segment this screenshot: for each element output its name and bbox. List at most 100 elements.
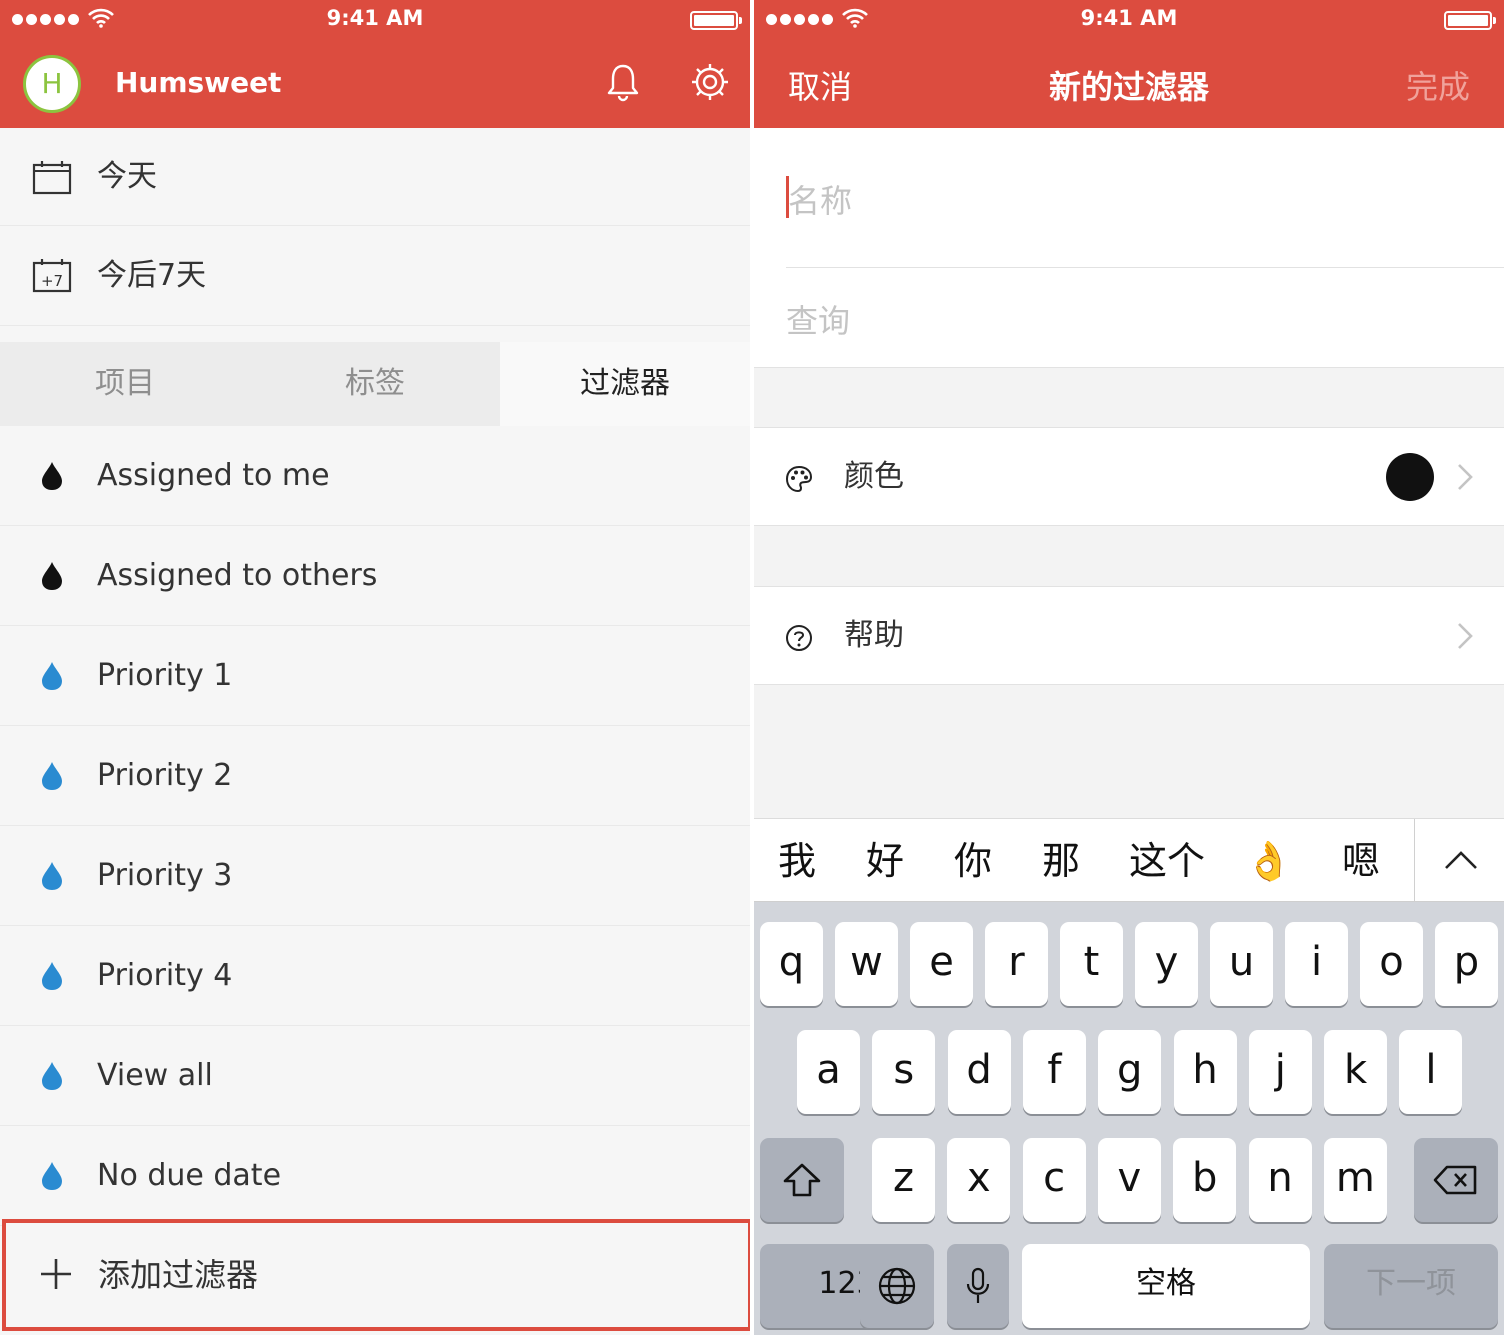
calendar-icon bbox=[32, 161, 72, 195]
chevron-right-icon bbox=[1458, 623, 1473, 649]
letter-key[interactable]: e bbox=[910, 922, 973, 1006]
letter-key[interactable]: g bbox=[1098, 1030, 1162, 1114]
candidate-word[interactable]: 嗯 bbox=[1336, 819, 1386, 903]
letter-key[interactable]: j bbox=[1248, 1030, 1312, 1114]
filter-item-label: No due date bbox=[97, 1158, 282, 1193]
letter-key[interactable]: t bbox=[1060, 922, 1123, 1006]
shift-icon bbox=[783, 1163, 821, 1197]
letter-key[interactable]: i bbox=[1285, 922, 1348, 1006]
letter-key[interactable]: y bbox=[1135, 922, 1198, 1006]
space-key[interactable]: 空格 bbox=[1022, 1244, 1310, 1328]
status-bar: 9:41 AM bbox=[0, 0, 750, 40]
candidate-word[interactable]: 那 bbox=[1036, 819, 1086, 903]
add-filter-button[interactable]: 添加过滤器 bbox=[2, 1219, 750, 1331]
letter-key[interactable]: m bbox=[1323, 1138, 1387, 1222]
drop-icon bbox=[42, 1162, 62, 1190]
filter-item[interactable]: Priority 2 bbox=[0, 726, 750, 826]
nav-item-next-7-days[interactable]: +7 今后7天 bbox=[0, 226, 750, 326]
letter-key[interactable]: u bbox=[1210, 922, 1273, 1006]
letter-key[interactable]: p bbox=[1435, 922, 1498, 1006]
candidate-word[interactable]: 我 bbox=[772, 819, 822, 903]
filter-item[interactable]: View all bbox=[0, 1026, 750, 1126]
letter-key[interactable]: r bbox=[985, 922, 1048, 1006]
battery-icon bbox=[1444, 11, 1496, 30]
drop-icon bbox=[42, 662, 62, 690]
tab-projects[interactable]: 项目 bbox=[0, 342, 250, 426]
color-row[interactable]: 颜色 bbox=[754, 427, 1504, 526]
filter-item[interactable]: Assigned to me bbox=[0, 426, 750, 526]
candidate-emoji[interactable]: 👌 bbox=[1244, 819, 1294, 903]
calendar-plus7-icon: +7 bbox=[32, 259, 72, 293]
filters-screen: 9:41 AM H Humsweet 今天 +7 今后7天 项目 标签 过滤器 … bbox=[0, 0, 750, 1335]
microphone-key[interactable] bbox=[947, 1244, 1009, 1328]
drop-icon bbox=[42, 562, 62, 590]
done-button[interactable]: 完成 bbox=[1406, 62, 1470, 108]
letter-key[interactable]: z bbox=[872, 1138, 935, 1222]
calendar-badge: +7 bbox=[41, 272, 63, 290]
drop-icon bbox=[42, 462, 62, 490]
letter-key[interactable]: f bbox=[1022, 1030, 1086, 1114]
letter-key[interactable]: d bbox=[947, 1030, 1011, 1114]
drop-icon bbox=[42, 762, 62, 790]
status-time: 9:41 AM bbox=[326, 6, 424, 30]
filter-item-label: Priority 4 bbox=[97, 958, 233, 993]
color-label: 颜色 bbox=[844, 459, 904, 494]
letter-key[interactable]: l bbox=[1399, 1030, 1463, 1114]
filter-item[interactable]: Priority 4 bbox=[0, 926, 750, 1026]
letter-key[interactable]: h bbox=[1173, 1030, 1237, 1114]
battery-icon bbox=[690, 11, 742, 30]
shift-key[interactable] bbox=[760, 1138, 844, 1222]
chevron-up-icon[interactable] bbox=[1444, 849, 1478, 871]
help-label: 帮助 bbox=[844, 618, 904, 653]
name-placeholder: 名称 bbox=[788, 182, 853, 220]
candidate-word[interactable]: 这个 bbox=[1122, 819, 1212, 903]
letter-key[interactable]: x bbox=[947, 1138, 1011, 1222]
letter-key[interactable]: k bbox=[1324, 1030, 1388, 1114]
letter-key[interactable]: w bbox=[835, 922, 898, 1006]
filter-form: 名称 查询 bbox=[754, 128, 1504, 368]
letter-key[interactable]: q bbox=[760, 922, 823, 1006]
backspace-key[interactable] bbox=[1414, 1138, 1498, 1222]
username[interactable]: Humsweet bbox=[115, 66, 281, 99]
filter-item[interactable]: Priority 3 bbox=[0, 826, 750, 926]
screenshot-root: 9:41 AM H Humsweet 今天 +7 今后7天 项目 标签 过滤器 … bbox=[0, 0, 1504, 1335]
filter-item-label: Assigned to me bbox=[97, 458, 330, 493]
query-field[interactable]: 查询 bbox=[786, 296, 850, 342]
candidate-word[interactable]: 你 bbox=[948, 819, 998, 903]
help-row[interactable]: 帮助 bbox=[754, 586, 1504, 685]
page-title: 新的过滤器 bbox=[1048, 68, 1209, 106]
help-icon bbox=[786, 625, 812, 651]
candidate-word[interactable]: 好 bbox=[860, 819, 910, 903]
backspace-icon bbox=[1433, 1165, 1477, 1195]
keyboard: 123 空格 下一项 qwertyuiopasdfghjklzxcvbnm bbox=[754, 902, 1504, 1335]
tab-filters[interactable]: 过滤器 bbox=[500, 342, 750, 426]
new-filter-header: 9:41 AM 取消 新的过滤器 完成 bbox=[754, 0, 1504, 128]
plus-icon bbox=[41, 1259, 71, 1289]
section-tabs: 项目 标签 过滤器 bbox=[0, 342, 750, 426]
name-field[interactable]: 名称 bbox=[786, 168, 1504, 268]
letter-key[interactable]: b bbox=[1173, 1138, 1237, 1222]
filter-item-label: Assigned to others bbox=[97, 558, 378, 593]
filter-item[interactable]: Assigned to others bbox=[0, 526, 750, 626]
avatar[interactable]: H bbox=[23, 55, 81, 113]
nav-item-today[interactable]: 今天 bbox=[0, 128, 750, 226]
letter-key[interactable]: v bbox=[1097, 1138, 1161, 1222]
letter-key[interactable]: n bbox=[1248, 1138, 1312, 1222]
filter-item-label: View all bbox=[97, 1058, 213, 1093]
filter-item[interactable]: No due date bbox=[0, 1126, 750, 1226]
letter-key[interactable]: a bbox=[797, 1030, 860, 1114]
letter-key[interactable]: s bbox=[872, 1030, 936, 1114]
letter-key[interactable]: o bbox=[1360, 922, 1423, 1006]
gear-icon[interactable] bbox=[690, 62, 730, 102]
next-key[interactable]: 下一项 bbox=[1324, 1244, 1498, 1328]
globe-key[interactable] bbox=[860, 1244, 934, 1328]
filter-item-label: Priority 3 bbox=[97, 858, 233, 893]
filter-item[interactable]: Priority 1 bbox=[0, 626, 750, 726]
drop-icon bbox=[42, 1062, 62, 1090]
filter-item-label: Priority 1 bbox=[97, 658, 233, 693]
filter-item-label: Priority 2 bbox=[97, 758, 233, 793]
color-swatch[interactable] bbox=[1386, 453, 1434, 501]
bell-icon[interactable] bbox=[603, 62, 643, 102]
tab-labels[interactable]: 标签 bbox=[250, 342, 500, 426]
letter-key[interactable]: c bbox=[1022, 1138, 1086, 1222]
